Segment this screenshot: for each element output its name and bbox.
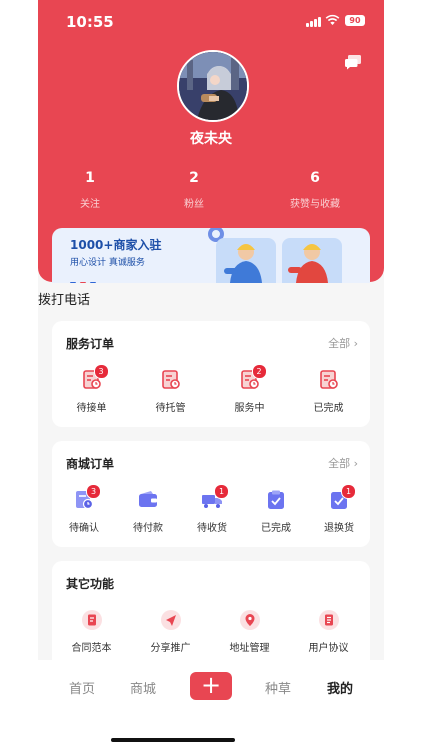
home-indicator[interactable] xyxy=(111,738,235,742)
worker-figure-red xyxy=(282,238,342,283)
mall-order-to-receive[interactable]: 1 待收货 xyxy=(180,484,244,534)
signal-icon xyxy=(306,16,322,27)
service-order-complete[interactable]: 已完成 xyxy=(289,369,368,414)
mall-order-to-pay[interactable]: 待付款 xyxy=(116,489,180,534)
badge-count: 3 xyxy=(93,364,109,379)
order-in-service-icon: 2 xyxy=(239,364,267,391)
item-label: 待收货 xyxy=(197,523,227,534)
view-all-label: 全部 xyxy=(328,457,351,470)
tab-mall[interactable]: 商城 xyxy=(113,678,173,697)
chevron-right-icon: › xyxy=(353,337,358,350)
return-icon: 1 xyxy=(328,484,356,511)
wifi-icon xyxy=(325,14,340,25)
view-all-service-orders[interactable]: 全部 › xyxy=(328,335,358,351)
order-complete-icon xyxy=(318,369,340,391)
bottom-tab-bar: 首页 商城 + 种草 我的 xyxy=(38,660,384,750)
item-label: 待托管 xyxy=(155,403,186,414)
battery-icon: 90 xyxy=(345,15,365,26)
dial-phone-link[interactable]: 拨打电话 xyxy=(38,289,90,308)
item-label: 待接单 xyxy=(76,403,107,414)
stat-likes[interactable]: 6 获赞与收藏 xyxy=(265,170,365,210)
other-functions-card: 其它功能 合同范本 分享推广 地址管理 用户协议 xyxy=(52,561,370,671)
message-icon[interactable] xyxy=(344,54,362,70)
merchant-banner[interactable]: 1000+商家入驻 用心设计 真诚服务 xyxy=(52,228,370,283)
order-escrow-icon xyxy=(160,369,182,391)
add-button[interactable]: + xyxy=(190,672,232,700)
clock-doc-icon: 3 xyxy=(73,484,101,511)
worker-figure-blue xyxy=(216,238,276,283)
item-label: 退换货 xyxy=(324,523,354,534)
function-share[interactable]: 分享推广 xyxy=(131,609,210,654)
banner-indicator xyxy=(70,271,100,283)
location-icon xyxy=(239,609,261,631)
function-contract[interactable]: 合同范本 xyxy=(52,609,131,654)
item-label: 用户协议 xyxy=(308,643,349,654)
share-icon xyxy=(160,609,182,631)
item-label: 待付款 xyxy=(133,523,163,534)
service-orders-card: 服务订单 全部 › 3 待接单 待托管 2 服务中 已完成 xyxy=(52,321,370,427)
username: 夜未央 xyxy=(190,131,232,147)
stat-value: 6 xyxy=(310,170,320,186)
mall-orders-card: 商城订单 全部 › 3 待确认 待付款 1 待收货 已完成 1 退换货 xyxy=(52,441,370,547)
check-clipboard-icon xyxy=(265,489,287,511)
mall-order-to-confirm[interactable]: 3 待确认 xyxy=(52,484,116,534)
agreement-icon xyxy=(318,609,340,631)
stat-value: 1 xyxy=(85,170,95,186)
order-pending-icon: 3 xyxy=(81,364,109,391)
function-user-agreement[interactable]: 用户协议 xyxy=(289,609,368,654)
view-all-label: 全部 xyxy=(328,337,351,350)
status-bar: 10:55 90 xyxy=(38,0,384,44)
badge-count: 1 xyxy=(341,484,356,499)
stat-following[interactable]: 1 关注 xyxy=(40,170,140,210)
badge-count: 1 xyxy=(214,484,229,499)
item-label: 已完成 xyxy=(313,403,344,414)
truck-icon: 1 xyxy=(201,484,229,511)
banner-title: 1000+商家入驻 xyxy=(70,238,162,252)
status-time: 10:55 xyxy=(66,13,114,31)
tab-mine[interactable]: 我的 xyxy=(310,678,370,697)
mall-order-return[interactable]: 1 退换货 xyxy=(308,484,370,534)
stat-label: 粉丝 xyxy=(184,199,204,210)
card-title: 其它功能 xyxy=(66,577,115,591)
phone-screen: 10:55 90 夜未央 1 关注 2 粉丝 6 获赞与收藏 1000+商家入驻… xyxy=(38,0,384,750)
banner-subtitle: 用心设计 真诚服务 xyxy=(70,258,145,268)
card-title: 服务订单 xyxy=(66,337,115,351)
service-order-pending[interactable]: 3 待接单 xyxy=(52,364,131,414)
badge-count: 3 xyxy=(86,484,101,499)
function-address[interactable]: 地址管理 xyxy=(210,609,289,654)
item-label: 分享推广 xyxy=(150,643,191,654)
item-label: 已完成 xyxy=(261,523,291,534)
stat-fans[interactable]: 2 粉丝 xyxy=(144,170,244,210)
tab-seeding[interactable]: 种草 xyxy=(248,678,308,697)
view-all-mall-orders[interactable]: 全部 › xyxy=(328,455,358,471)
service-order-escrow[interactable]: 待托管 xyxy=(131,369,210,414)
avatar[interactable] xyxy=(177,50,249,122)
tab-home[interactable]: 首页 xyxy=(52,678,112,697)
item-label: 地址管理 xyxy=(229,643,270,654)
badge-count: 2 xyxy=(251,364,267,379)
mall-order-complete[interactable]: 已完成 xyxy=(244,489,308,534)
item-label: 待确认 xyxy=(69,523,99,534)
stat-label: 获赞与收藏 xyxy=(290,199,340,210)
wallet-icon xyxy=(137,489,159,511)
item-label: 合同范本 xyxy=(71,643,112,654)
card-title: 商城订单 xyxy=(66,457,115,471)
chevron-right-icon: › xyxy=(353,457,358,470)
contract-icon xyxy=(81,609,103,631)
service-order-in-service[interactable]: 2 服务中 xyxy=(210,364,289,414)
stat-label: 关注 xyxy=(80,199,100,210)
item-label: 服务中 xyxy=(234,403,265,414)
stat-value: 2 xyxy=(189,170,199,186)
